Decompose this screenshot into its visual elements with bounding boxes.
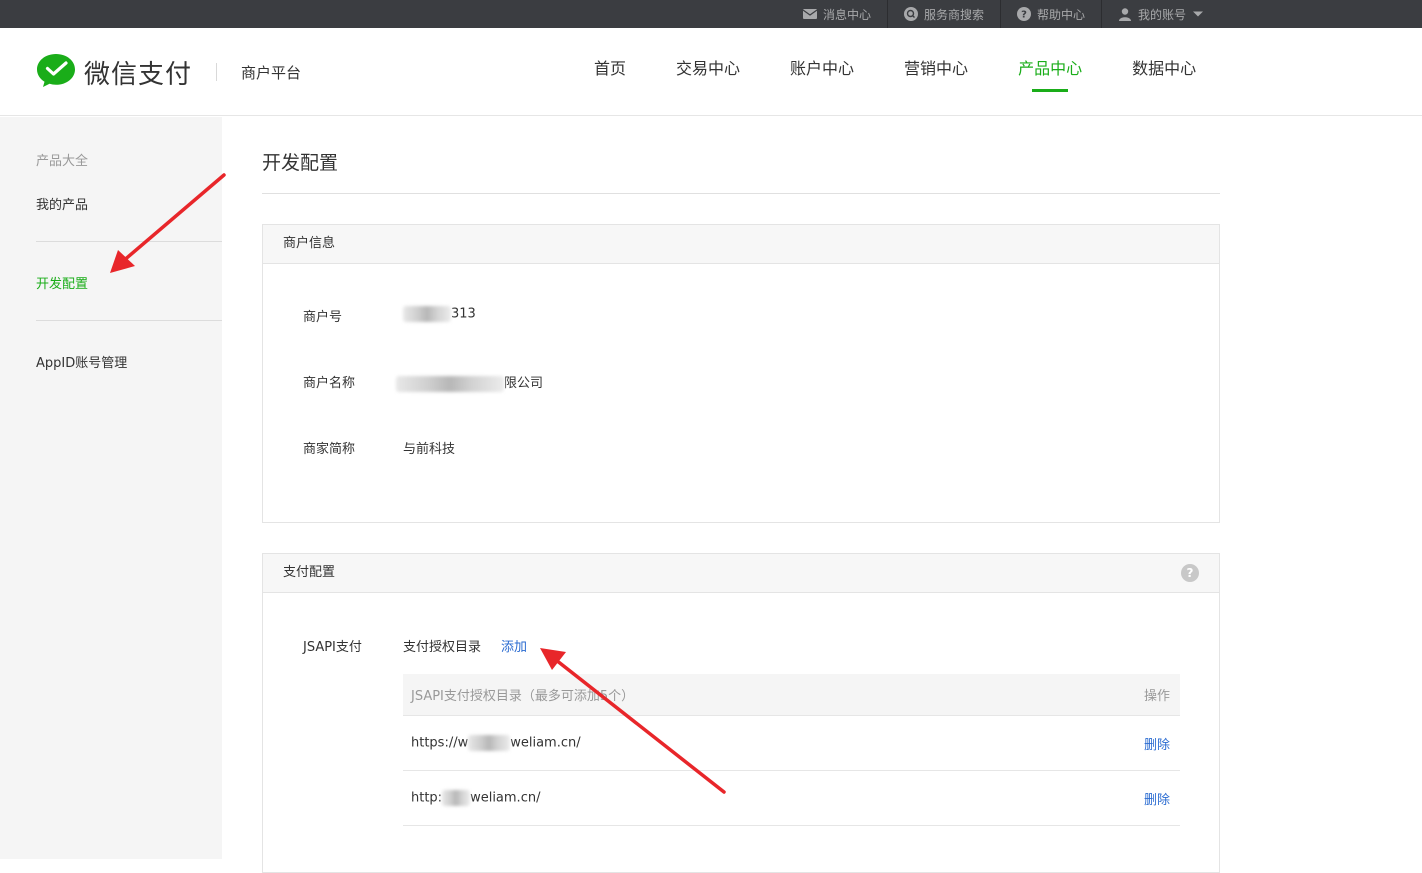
- search-circle-icon: [903, 7, 918, 21]
- header: 微信支付 商户平台 首页 交易中心 账户中心 营销中心 产品中心 数据中心: [0, 28, 1422, 116]
- title-divider: [262, 193, 1220, 194]
- main-nav: 首页 交易中心 账户中心 营销中心 产品中心 数据中心: [594, 28, 1246, 116]
- table-row: http: weliam.cn/ 删除: [403, 771, 1180, 826]
- info-value-merchant-short-name: 与前科技: [403, 442, 456, 457]
- panel-title: 商户信息: [283, 236, 336, 251]
- info-label-merchant-short-name: 商家简称: [303, 442, 356, 457]
- logo-divider: [216, 63, 218, 81]
- url-prefix: http:: [411, 790, 443, 806]
- add-auth-dir-link[interactable]: 添加: [501, 636, 527, 655]
- svg-text:?: ?: [1021, 10, 1027, 21]
- top-link-label: 消息中心: [822, 7, 871, 22]
- chevron-down-icon: [1192, 10, 1204, 18]
- logo-text: 微信支付: [84, 59, 193, 90]
- top-link-label: 我的账号: [1137, 7, 1186, 22]
- top-link-label: 帮助中心: [1036, 7, 1085, 22]
- info-label-merchant-id: 商户号: [303, 310, 343, 325]
- top-link-my-account[interactable]: 我的账号: [1100, 0, 1220, 28]
- info-label-merchant-name: 商户名称: [303, 376, 356, 391]
- sidebar-item-appid-management[interactable]: AppID账号管理: [36, 352, 127, 371]
- table-row: https://w weliam.cn/ 删除: [403, 716, 1180, 771]
- redacted-blur: [468, 735, 511, 751]
- nav-account-center[interactable]: 账户中心: [790, 28, 854, 116]
- redacted-blur: [403, 306, 451, 322]
- delete-link[interactable]: 删除: [1144, 789, 1170, 808]
- sidebar-title: 产品大全: [36, 154, 89, 169]
- logo[interactable]: 微信支付 商户平台: [36, 52, 301, 92]
- nav-home[interactable]: 首页: [594, 28, 626, 116]
- top-link-help[interactable]: ? 帮助中心: [999, 0, 1101, 28]
- table-header: JSAPI支付授权目录（最多可添加5个） 操作: [403, 674, 1180, 716]
- top-bar: 消息中心 服务商搜索 ? 帮助中心 我的账号: [0, 0, 1422, 28]
- payment-config-panel: 支付配置 ? JSAPI支付 支付授权目录 添加 JSAPI支付授权目录（最多可…: [262, 553, 1220, 873]
- auth-dir-url: http: weliam.cn/: [411, 790, 540, 806]
- sidebar: 产品大全 我的产品 开发配置 AppID账号管理: [0, 117, 222, 859]
- top-link-messages[interactable]: 消息中心: [787, 0, 887, 28]
- help-icon[interactable]: ?: [1181, 564, 1199, 582]
- auth-dir-url: https://w weliam.cn/: [411, 735, 581, 751]
- panel-header: 支付配置 ?: [263, 554, 1219, 593]
- top-link-label: 服务商搜索: [923, 7, 984, 22]
- auth-dir-table: JSAPI支付授权目录（最多可添加5个） 操作 https://w weliam.…: [403, 674, 1180, 826]
- jsapi-pay-label: JSAPI支付: [303, 640, 362, 655]
- info-value-suffix: 313: [451, 306, 476, 322]
- help-circle-icon: ?: [1016, 7, 1031, 21]
- delete-link[interactable]: 删除: [1144, 734, 1170, 753]
- table-header-dir: JSAPI支付授权目录（最多可添加5个）: [411, 689, 635, 704]
- wechat-pay-logo-icon: [36, 52, 76, 92]
- nav-product-center[interactable]: 产品中心: [1018, 28, 1082, 116]
- url-suffix: weliam.cn/: [510, 735, 581, 751]
- platform-subtitle: 商户平台: [241, 63, 302, 82]
- mail-icon: [802, 9, 817, 19]
- panel-header: 商户信息: [263, 225, 1219, 264]
- url-prefix: https://w: [411, 735, 469, 751]
- page-title: 开发配置: [262, 152, 339, 174]
- sidebar-item-my-products[interactable]: 我的产品: [36, 194, 88, 213]
- redacted-blur: [396, 375, 504, 392]
- top-link-provider-search[interactable]: 服务商搜索: [886, 0, 1000, 28]
- sidebar-divider: [36, 241, 222, 242]
- info-value-suffix: 限公司: [504, 376, 544, 391]
- merchant-info-panel: 商户信息 商户号 313 商户名称 限公司 商家简称 与前科技: [262, 224, 1220, 523]
- panel-title: 支付配置: [283, 565, 336, 580]
- nav-marketing-center[interactable]: 营销中心: [904, 28, 968, 116]
- info-value-merchant-id: 313: [403, 306, 476, 322]
- info-value-merchant-name: 限公司: [396, 372, 543, 392]
- sidebar-divider: [36, 320, 222, 321]
- redacted-blur: [442, 790, 471, 806]
- nav-data-center[interactable]: 数据中心: [1132, 28, 1196, 116]
- auth-dir-label: 支付授权目录: [403, 640, 482, 655]
- top-links: 消息中心 服务商搜索 ? 帮助中心 我的账号: [787, 0, 1220, 28]
- url-suffix: weliam.cn/: [470, 790, 541, 806]
- table-header-action: 操作: [1143, 689, 1170, 704]
- nav-trade-center[interactable]: 交易中心: [676, 28, 740, 116]
- sidebar-item-dev-config[interactable]: 开发配置: [36, 273, 88, 292]
- user-icon: [1118, 7, 1132, 21]
